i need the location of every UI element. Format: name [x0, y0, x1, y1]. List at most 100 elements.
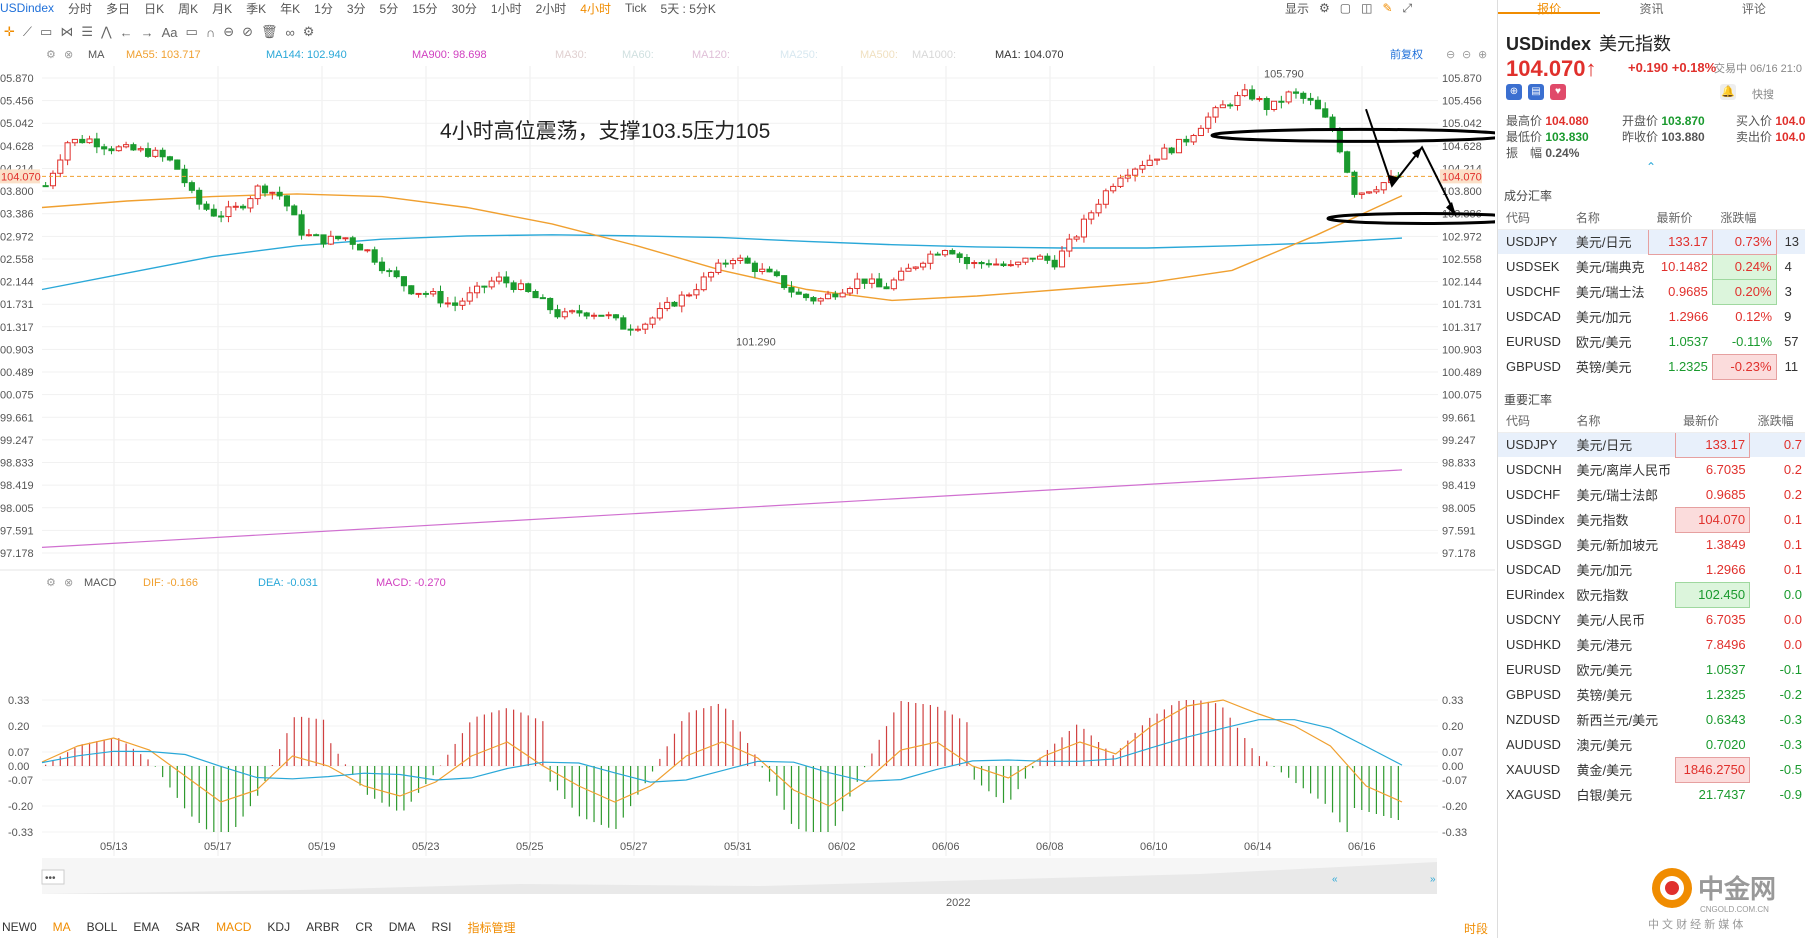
- indicator-arbr[interactable]: ARBR: [306, 920, 339, 934]
- table-row[interactable]: AUDUSD 澳元/美元 0.7020 -0.3: [1498, 732, 1805, 757]
- fullscreen-icon[interactable]: ⤢: [1403, 1, 1413, 16]
- plus-icon[interactable]: ⊕: [1478, 49, 1487, 61]
- symbol-tab[interactable]: USDindex: [0, 1, 54, 15]
- table-row[interactable]: USDCHF 美元/瑞士法郎 0.9685 0.2: [1498, 482, 1805, 507]
- macd-item-0[interactable]: DIF: -0.166: [143, 577, 198, 589]
- col-header[interactable]: 名称: [1568, 410, 1676, 433]
- col-header[interactable]: 名称: [1567, 207, 1649, 230]
- table-row[interactable]: USDCHF 美元/瑞士法 0.9685 0.20% 3: [1498, 278, 1805, 305]
- period-tab-5[interactable]: 季K: [246, 0, 266, 16]
- fib-tool-icon[interactable]: ☰: [81, 24, 93, 40]
- table-row[interactable]: XAGUSD 白银/美元 21.7437 -0.9: [1498, 782, 1805, 807]
- period-tab-13[interactable]: 2小时: [536, 0, 567, 16]
- min-icon[interactable]: ⊝: [1462, 49, 1471, 61]
- ma-item-2[interactable]: MA900: 98.698: [412, 49, 487, 61]
- bell-icon[interactable]: 🔔: [1720, 84, 1736, 100]
- period-tab-14[interactable]: 4小时: [580, 0, 611, 16]
- overview-dots-icon[interactable]: •••: [45, 873, 56, 884]
- kline-chart[interactable]: MA ⚙ ⊗ MA55: 103.717 MA144: 102.940 MA900: 98…: [0, 44, 1522, 914]
- comment-icon[interactable]: ▭: [186, 24, 198, 40]
- table-row[interactable]: USDCNY 美元/人民币 6.7035 0.0: [1498, 607, 1805, 632]
- table-row[interactable]: NZDUSD 新西兰元/美元 0.6343 -0.3: [1498, 707, 1805, 732]
- panel-tab-2[interactable]: 评论: [1703, 0, 1805, 16]
- ma-item-4[interactable]: MA60:: [622, 49, 654, 61]
- calendar-icon[interactable]: ▤: [1528, 84, 1544, 100]
- pen-icon[interactable]: ✎: [1382, 1, 1392, 15]
- indicator-kdj[interactable]: KDJ: [267, 920, 290, 934]
- indicator-boll[interactable]: BOLL: [87, 920, 118, 934]
- restore-button[interactable]: 前复权: [1390, 47, 1423, 61]
- table-row[interactable]: USDCAD 美元/加元 1.2966 0.12% 9: [1498, 304, 1805, 329]
- collapse-icon[interactable]: ⌃: [1646, 160, 1656, 174]
- camera-icon[interactable]: ◫: [1361, 1, 1372, 15]
- text-tool-icon[interactable]: Aa: [162, 25, 178, 40]
- ma-item-8[interactable]: MA1000:: [912, 49, 956, 61]
- ma-item-1[interactable]: MA144: 102.940: [266, 49, 347, 61]
- period-tab-8[interactable]: 3分: [347, 0, 366, 16]
- table-row[interactable]: USDSEK 美元/瑞典克 10.1482 0.24% 4: [1498, 253, 1805, 280]
- indicator-ema[interactable]: EMA: [133, 920, 159, 934]
- link-icon[interactable]: ∞: [286, 25, 295, 40]
- time-range-button[interactable]: 时段: [1464, 920, 1488, 937]
- indicator-new0[interactable]: NEW0: [2, 920, 37, 934]
- period-tab-16[interactable]: 5天 : 5分K: [661, 0, 716, 16]
- heart-icon[interactable]: ♥: [1550, 84, 1566, 100]
- ma-label[interactable]: MA: [88, 49, 105, 61]
- rect-tool-icon[interactable]: ▭: [40, 24, 52, 40]
- overview-left-handle[interactable]: «: [1332, 874, 1338, 885]
- panel-tab-1[interactable]: 资讯: [1600, 0, 1702, 16]
- macd-item-2[interactable]: MACD: -0.270: [376, 577, 446, 589]
- ma-item-7[interactable]: MA500:: [860, 49, 898, 61]
- magnet-icon[interactable]: ∩: [206, 25, 215, 40]
- resistance-ellipse[interactable]: [1210, 127, 1510, 143]
- table-row[interactable]: EURUSD 欧元/美元 1.0537 -0.1: [1498, 657, 1805, 682]
- ma-item-9[interactable]: MA1: 104.070: [995, 49, 1064, 61]
- lock-icon[interactable]: ⊖: [223, 24, 234, 40]
- period-tab-12[interactable]: 1小时: [491, 0, 522, 16]
- table-row[interactable]: USDCNH 美元/离岸人民币 6.7035 0.2: [1498, 457, 1805, 482]
- period-tab-2[interactable]: 日K: [144, 0, 164, 16]
- quick-search[interactable]: 快搜: [1752, 86, 1774, 102]
- indicator-cr[interactable]: CR: [355, 920, 372, 934]
- arrow-right-icon[interactable]: →: [141, 25, 154, 40]
- ma-item-3[interactable]: MA30:: [555, 49, 587, 61]
- period-tab-1[interactable]: 多日: [106, 0, 130, 16]
- period-tab-7[interactable]: 1分: [314, 0, 333, 16]
- table-row[interactable]: USDCAD 美元/加元 1.2966 0.1: [1498, 557, 1805, 582]
- indicator-ma[interactable]: MA: [53, 920, 71, 934]
- col-header[interactable]: 涨跌幅: [1749, 410, 1805, 433]
- gear-icon[interactable]: ⚙: [1319, 1, 1330, 15]
- table-row[interactable]: USDJPY 美元/日元 133.17 0.7: [1498, 431, 1805, 458]
- table-row[interactable]: GBPUSD 英镑/美元 1.2325 -0.2: [1498, 682, 1805, 707]
- layout-icon[interactable]: ▢: [1340, 1, 1351, 15]
- table-row[interactable]: USDSGD 美元/新加坡元 1.3849 0.1: [1498, 532, 1805, 557]
- ma-item-0[interactable]: MA55: 103.717: [126, 49, 201, 61]
- trash-icon[interactable]: 🗑: [261, 24, 278, 40]
- period-tab-0[interactable]: 分时: [68, 0, 92, 16]
- indicator-macd[interactable]: MACD: [216, 920, 251, 934]
- crosshair-icon[interactable]: ✛: [4, 24, 15, 40]
- table-row[interactable]: EURindex 欧元指数 102.450 0.0: [1498, 581, 1805, 608]
- period-tab-9[interactable]: 5分: [380, 0, 399, 16]
- indicator-sar[interactable]: SAR: [175, 920, 200, 934]
- pattern-tool-icon[interactable]: ⋀: [101, 24, 112, 40]
- macd-label[interactable]: MACD: [84, 577, 116, 589]
- indicator-dma[interactable]: DMA: [389, 920, 416, 934]
- fork-tool-icon[interactable]: ⋈: [60, 24, 73, 40]
- display-menu[interactable]: 显示: [1285, 0, 1309, 17]
- col-header[interactable]: 涨跌幅: [1712, 207, 1777, 230]
- minus-icon[interactable]: ⊖: [1446, 49, 1455, 61]
- period-tab-15[interactable]: Tick: [625, 1, 647, 15]
- table-row[interactable]: USDHKD 美元/港元 7.8496 0.0: [1498, 632, 1805, 657]
- indicator-rsi[interactable]: RSI: [431, 920, 451, 934]
- close-icon[interactable]: ⊗: [64, 49, 73, 61]
- col-header[interactable]: 最新价: [1675, 410, 1750, 433]
- panel-tab-0[interactable]: 报价: [1498, 0, 1601, 16]
- ma-item-6[interactable]: MA250:: [780, 49, 818, 61]
- arrow-left-icon[interactable]: ←: [120, 25, 133, 40]
- ma-item-5[interactable]: MA120:: [692, 49, 730, 61]
- macd-item-1[interactable]: DEA: -0.031: [258, 577, 318, 589]
- macd-close-icon[interactable]: ⊗: [64, 577, 73, 589]
- col-header[interactable]: 代码: [1498, 207, 1568, 230]
- period-tab-4[interactable]: 月K: [212, 0, 232, 16]
